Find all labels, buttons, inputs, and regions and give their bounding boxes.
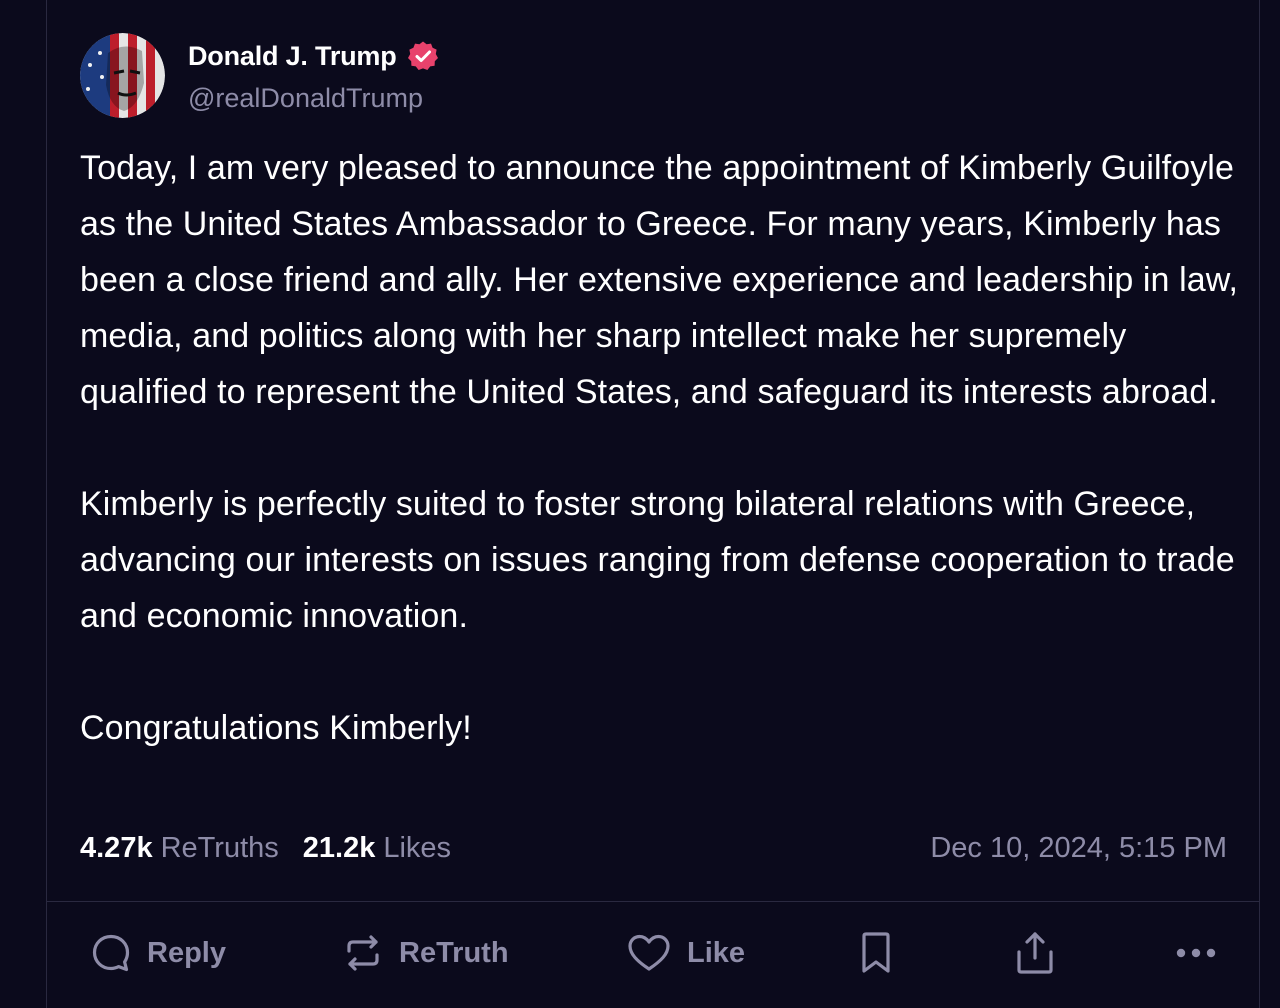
post-timestamp[interactable]: Dec 10, 2024, 5:15 PM [930, 826, 1227, 870]
action-bar: Reply ReTruth Like [47, 902, 1259, 1008]
likes-label[interactable]: Likes [383, 832, 451, 865]
like-label: Like [687, 936, 746, 969]
avatar[interactable] [80, 33, 165, 118]
verified-badge-icon [407, 40, 439, 72]
post-paragraph: Kimberly is perfectly suited to foster s… [80, 485, 1235, 635]
like-button[interactable]: Like [627, 928, 745, 978]
reply-icon [91, 933, 131, 973]
bookmark-button[interactable] [859, 928, 893, 978]
reply-label: Reply [147, 936, 226, 969]
display-name-row[interactable]: Donald J. Trump [188, 38, 439, 74]
more-options-button[interactable] [1175, 928, 1217, 978]
share-button[interactable] [1015, 928, 1055, 978]
retruth-icon [343, 933, 383, 973]
reply-button[interactable]: Reply [91, 928, 226, 978]
like-icon [627, 933, 671, 973]
account-handle[interactable]: @realDonaldTrump [188, 83, 423, 114]
more-icon [1175, 947, 1217, 959]
avatar-image [80, 33, 165, 118]
share-icon [1015, 930, 1055, 976]
post-paragraph: Congratulations Kimberly! [80, 709, 472, 747]
post-stats: 4.27k ReTruths 21.2k Likes [80, 826, 475, 870]
retruth-label: ReTruth [399, 936, 509, 969]
post-body: Today, I am very pleased to announce the… [80, 140, 1240, 756]
retruths-count[interactable]: 4.27k [80, 832, 153, 865]
retruth-button[interactable]: ReTruth [343, 928, 509, 978]
retruths-label[interactable]: ReTruths [161, 832, 279, 865]
likes-count[interactable]: 21.2k [303, 832, 376, 865]
display-name[interactable]: Donald J. Trump [188, 41, 397, 72]
post-paragraph: Today, I am very pleased to announce the… [80, 149, 1239, 411]
bookmark-icon [859, 931, 893, 975]
